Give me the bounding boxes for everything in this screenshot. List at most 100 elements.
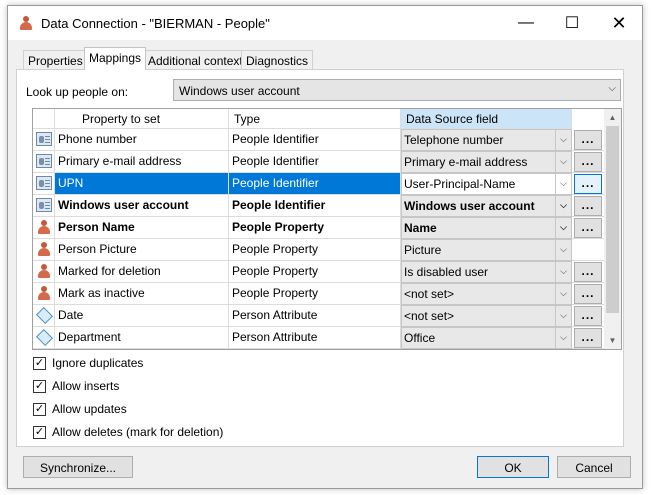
ellipsis-button[interactable]: ... [574, 218, 602, 238]
chevron-down-icon: ⌵ [555, 130, 571, 150]
option-label[interactable]: Allow updates [52, 402, 127, 416]
property-cell[interactable]: Phone number [55, 129, 229, 150]
table-row[interactable]: Person Name People Property Name ⌵... [33, 217, 605, 239]
property-cell[interactable]: Person Picture [55, 239, 229, 260]
source-field-value: Primary e-mail address [404, 155, 528, 169]
option-label[interactable]: Ignore duplicates [52, 356, 143, 370]
type-cell: People Identifier [229, 129, 401, 150]
person-icon [33, 283, 55, 304]
chevron-down-icon: ⌵ [555, 328, 571, 348]
tab-diagnostics[interactable]: Diagnostics [241, 50, 314, 70]
table-row[interactable]: Date Person Attribute <not set> ⌵... [33, 305, 605, 327]
chevron-down-icon: ⌵ [608, 83, 616, 94]
source-field-value: Is disabled user [404, 265, 489, 279]
option-checkbox[interactable]: ✓ [33, 380, 46, 393]
source-field-dropdown[interactable]: <not set> ⌵ [401, 283, 572, 305]
synchronize-button[interactable]: Synchronize... [23, 456, 133, 478]
minimize-button[interactable]: — [503, 6, 549, 40]
option-label[interactable]: Allow inserts [52, 379, 119, 393]
id-card-icon [33, 129, 55, 150]
column-header-type[interactable]: Type [229, 109, 401, 129]
ellipsis-button[interactable]: ... [574, 306, 602, 326]
type-cell: People Identifier [229, 173, 401, 194]
table-row[interactable]: Person Picture People Property Picture ⌵ [33, 239, 605, 261]
property-cell[interactable]: Mark as inactive [55, 283, 229, 304]
table-row[interactable]: UPN People Identifier User-Principal-Name ⌵… [33, 173, 605, 195]
chevron-down-icon: ⌵ [555, 284, 571, 304]
property-cell[interactable]: Marked for deletion [55, 261, 229, 282]
close-button[interactable]: ✕ [596, 6, 642, 40]
option-checkbox[interactable]: ✓ [33, 426, 46, 439]
table-row[interactable]: Department Person Attribute Office ⌵... [33, 327, 605, 349]
id-card-icon [33, 151, 55, 172]
window-title: Data Connection - "BIERMAN - People" [41, 16, 270, 31]
grid-scrollbar[interactable]: ▲ ▼ [604, 109, 621, 349]
source-field-value: Windows user account [404, 199, 535, 213]
tab-mappings[interactable]: Mappings [84, 47, 147, 70]
chevron-down-icon: ⌵ [555, 174, 571, 194]
type-cell: People Property [229, 261, 401, 282]
source-field-dropdown[interactable]: Office ⌵ [401, 327, 572, 349]
ellipsis-button[interactable]: ... [574, 152, 602, 172]
source-field-dropdown[interactable]: Picture ⌵ [401, 239, 572, 261]
cancel-button[interactable]: Cancel [557, 456, 631, 478]
source-field-dropdown[interactable]: <not set> ⌵ [401, 305, 572, 327]
source-field-dropdown[interactable]: Primary e-mail address ⌵ [401, 151, 572, 173]
option-label[interactable]: Allow deletes (mark for deletion) [52, 425, 223, 439]
type-cell: People Identifier [229, 195, 401, 216]
column-header-source[interactable]: Data Source field [401, 109, 572, 129]
property-cell[interactable]: Department [55, 327, 229, 348]
lookup-value: Windows user account [179, 84, 300, 98]
source-field-dropdown[interactable]: User-Principal-Name ⌵ [401, 173, 572, 195]
person-icon [33, 261, 55, 282]
column-header-property[interactable]: Property to set [55, 109, 229, 129]
source-field-value: <not set> [404, 309, 455, 323]
source-field-dropdown[interactable]: Windows user account ⌵ [401, 195, 572, 217]
source-field-value: User-Principal-Name [404, 177, 516, 191]
id-card-icon [33, 195, 55, 216]
property-cell[interactable]: Person Name [55, 217, 229, 238]
tag-icon [33, 327, 55, 348]
scroll-up-icon[interactable]: ▲ [604, 109, 621, 126]
source-field-value: Picture [404, 243, 442, 257]
mappings-grid: Property to set Type Data Source field P… [32, 108, 622, 350]
scroll-down-icon[interactable]: ▼ [604, 332, 621, 349]
source-field-dropdown[interactable]: Is disabled user ⌵ [401, 261, 572, 283]
property-cell[interactable]: UPN [55, 173, 229, 194]
scroll-thumb[interactable] [606, 126, 619, 313]
ellipsis-button[interactable]: ... [574, 130, 602, 150]
source-field-dropdown[interactable]: Name ⌵ [401, 217, 572, 239]
table-row[interactable]: Phone number People Identifier Telephone n… [33, 129, 605, 151]
type-cell: Person Attribute [229, 305, 401, 326]
tab-properties[interactable]: Properties [23, 50, 88, 70]
property-cell[interactable]: Date [55, 305, 229, 326]
person-icon [18, 15, 34, 31]
property-cell[interactable]: Windows user account [55, 195, 229, 216]
source-field-value: <not set> [404, 287, 455, 301]
option-checkbox[interactable]: ✓ [33, 403, 46, 416]
ellipsis-button[interactable]: ... [574, 174, 602, 194]
chevron-down-icon: ⌵ [555, 218, 571, 238]
chevron-down-icon: ⌵ [555, 196, 571, 216]
ellipsis-button[interactable]: ... [574, 196, 602, 216]
source-field-dropdown[interactable]: Telephone number ⌵ [401, 129, 572, 151]
ellipsis-button[interactable]: ... [574, 328, 602, 348]
type-cell: People Property [229, 217, 401, 238]
column-header-icon [33, 109, 55, 129]
lookup-dropdown[interactable]: Windows user account ⌵ [173, 79, 621, 101]
property-cell[interactable]: Primary e-mail address [55, 151, 229, 172]
table-row[interactable]: Windows user account People Identifier Win… [33, 195, 605, 217]
source-field-value: Office [404, 331, 436, 345]
table-row[interactable]: Mark as inactive People Property <not set>… [33, 283, 605, 305]
ellipsis-button[interactable]: ... [574, 284, 602, 304]
chevron-down-icon: ⌵ [555, 240, 571, 260]
table-row[interactable]: Primary e-mail address People Identifier P… [33, 151, 605, 173]
tab-additional-context[interactable]: Additional context [143, 50, 248, 70]
person-icon [33, 217, 55, 238]
table-row[interactable]: Marked for deletion People Property Is dis… [33, 261, 605, 283]
maximize-button[interactable]: ☐ [549, 6, 595, 40]
option-checkbox[interactable]: ✓ [33, 357, 46, 370]
lookup-label: Look up people on: [26, 85, 129, 99]
ellipsis-button[interactable]: ... [574, 262, 602, 282]
ok-button[interactable]: OK [477, 456, 549, 478]
